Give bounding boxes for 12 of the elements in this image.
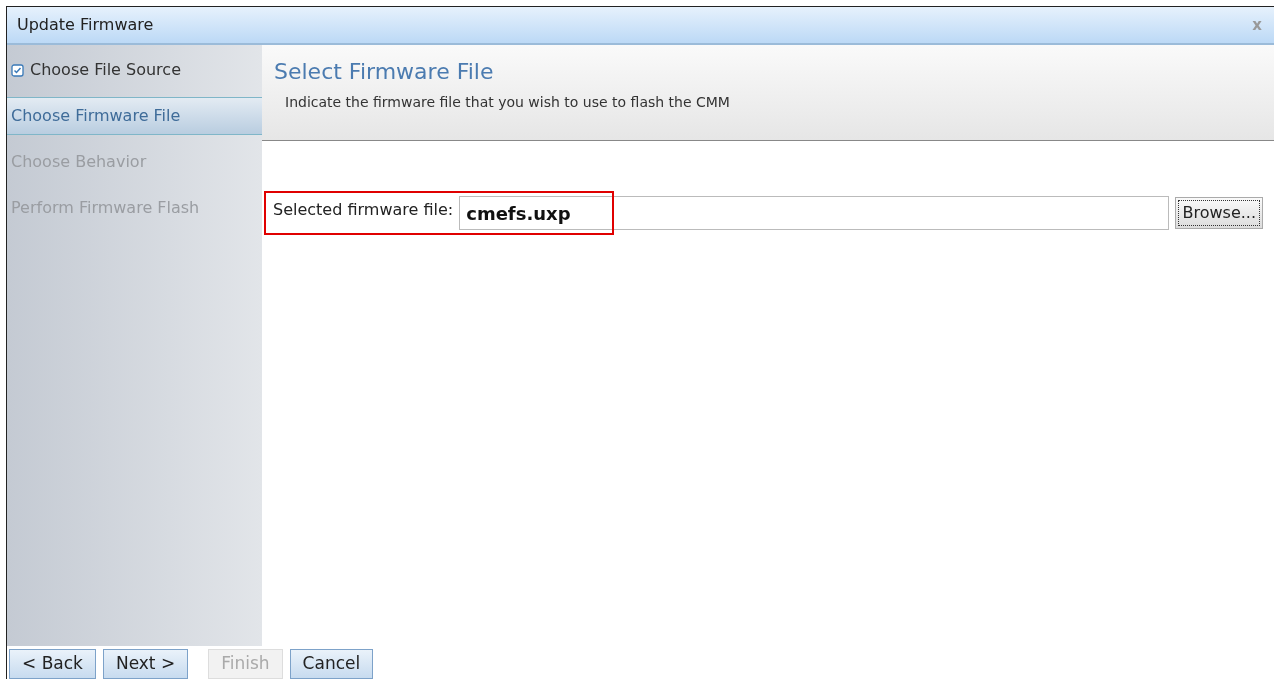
checkbox-icon (11, 63, 24, 77)
wizard-button[interactable]: Cancel (289, 649, 374, 679)
wizard-step[interactable]: Choose Firmware File (7, 97, 262, 135)
browse-button[interactable]: Browse... (1175, 197, 1263, 229)
wizard-button[interactable]: Next > (102, 649, 189, 679)
wizard-button[interactable]: < Back (9, 649, 96, 679)
wizard-step[interactable]: Choose File Source (7, 51, 262, 89)
step-description: Indicate the firmware file that you wish to use to flash the CMM (285, 93, 731, 112)
field-label: Selected firmware file: (273, 199, 454, 221)
file-input-field[interactable]: cmefs.uxp (459, 196, 1170, 230)
step-title: Select Firmware File (274, 58, 495, 86)
window-title: Update Firmware (17, 14, 154, 36)
